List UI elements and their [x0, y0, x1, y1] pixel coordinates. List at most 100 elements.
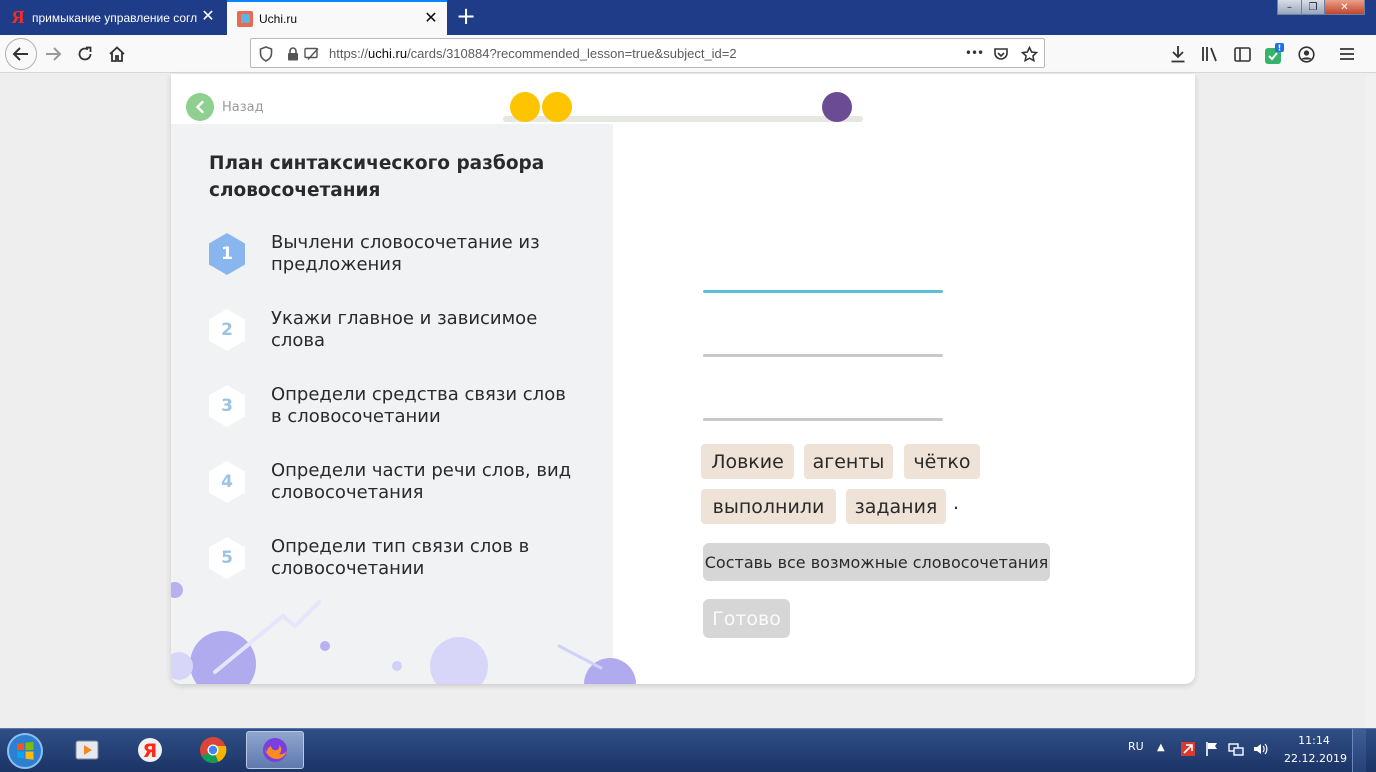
svg-text:!: !: [1278, 44, 1282, 53]
home-button[interactable]: [102, 39, 132, 69]
action-center-flag-icon[interactable]: [1204, 741, 1220, 757]
shield-icon[interactable]: [257, 45, 275, 63]
word-chip[interactable]: чётко: [904, 444, 980, 479]
url-prefix: https://: [329, 46, 369, 61]
windows-taskbar: Я RU ▲ 11:14 22.12.2019: [0, 728, 1376, 772]
progress-dot-current: [822, 92, 852, 122]
clock-date[interactable]: 22.12.2019: [1284, 752, 1347, 765]
yandex-icon: Я: [11, 7, 25, 27]
step-number: 2: [221, 320, 233, 340]
back-link[interactable]: Назад: [186, 93, 264, 121]
tab-title: примыкание управление соглас: [32, 10, 197, 25]
step-text: Определи средства связи слов в словосоче…: [271, 384, 566, 427]
step-text: Определи части речи слов, вид словосочет…: [271, 460, 572, 503]
media-player-taskbar-button[interactable]: [59, 731, 115, 769]
progress-dot: [510, 92, 540, 122]
forward-button[interactable]: [38, 39, 68, 69]
plan-step-3: 3 Определи средства связи слов в словосо…: [207, 382, 587, 430]
lesson-card: Назад План синтаксического разбора слово…: [171, 74, 1195, 684]
account-button[interactable]: [1291, 39, 1321, 69]
yandex-taskbar-button[interactable]: Я: [122, 731, 178, 769]
tray-expand-icon[interactable]: ▲: [1157, 742, 1165, 753]
tab-inactive[interactable]: Я примыкание управление соглас ✕: [0, 0, 224, 35]
chevron-left-icon: [186, 93, 214, 121]
tab-title: Uchi.ru: [259, 11, 298, 26]
plan-step-2: 2 Укажи главное и зависимое слова: [207, 306, 587, 354]
uchi-icon: [237, 10, 253, 27]
bookmark-star-icon[interactable]: [1020, 45, 1038, 63]
close-window-button[interactable]: ✕: [1324, 0, 1365, 15]
page-viewport: Назад План синтаксического разбора слово…: [0, 74, 1366, 728]
minimize-button[interactable]: –: [1277, 0, 1302, 15]
plan-panel: План синтаксического разбора словосочета…: [171, 124, 613, 684]
hamburger-icon: [1340, 48, 1354, 60]
security-alert-icon[interactable]: [1180, 741, 1196, 757]
url-domain: uchi.ru: [368, 46, 408, 61]
close-tab-icon[interactable]: ✕: [423, 10, 439, 28]
download-icon: [1171, 46, 1185, 63]
home-icon: [109, 46, 125, 62]
answer-slot[interactable]: [703, 354, 943, 357]
chrome-taskbar-button[interactable]: [185, 731, 241, 769]
menu-button[interactable]: [1332, 39, 1362, 69]
library-icon: [1202, 47, 1217, 62]
network-icon[interactable]: [1228, 741, 1244, 757]
answer-slot[interactable]: [703, 418, 943, 421]
library-button[interactable]: [1195, 39, 1225, 69]
svg-text:Я: Я: [143, 740, 158, 762]
language-indicator[interactable]: RU: [1128, 740, 1144, 753]
downloads-button[interactable]: [1163, 39, 1193, 69]
step-text: Определи тип связи слов в словосочетании: [271, 536, 530, 579]
navigation-bar: https://uchi.ru/cards/310884?recommended…: [0, 35, 1376, 73]
yandex-browser-icon: Я: [138, 738, 162, 762]
url-text[interactable]: https://uchi.ru/cards/310884?recommended…: [329, 46, 737, 61]
plan-step-1: 1 Вычлени словосочетание из предложения: [207, 230, 587, 278]
progress-bar: [503, 92, 863, 124]
step-text: Укажи главное и зависимое слова: [271, 308, 538, 351]
sidebar-button[interactable]: [1227, 39, 1257, 69]
step-number: 1: [221, 244, 233, 264]
address-bar[interactable]: https://uchi.ru/cards/310884?recommended…: [250, 38, 1045, 68]
sentence-period: .: [953, 492, 960, 514]
step-number: 5: [221, 548, 233, 568]
plan-step-5: 5 Определи тип связи слов в словосочетан…: [207, 534, 587, 582]
reload-icon: [78, 46, 92, 61]
done-button[interactable]: Готово: [703, 599, 790, 638]
sidebar-icon: [1233, 46, 1251, 62]
compose-all-button[interactable]: Составь все возможные словосочетания: [703, 543, 1050, 581]
card-header: Назад: [171, 74, 1195, 124]
volume-icon[interactable]: [1252, 741, 1268, 757]
word-chip[interactable]: агенты: [804, 444, 893, 479]
tab-strip: Я примыкание управление соглас ✕ Uchi.ru…: [0, 0, 1376, 35]
page-actions-icon[interactable]: •••: [963, 44, 985, 62]
arrow-left-icon: [12, 47, 28, 61]
account-icon: [1297, 45, 1315, 63]
restore-button[interactable]: ❐: [1301, 0, 1325, 15]
arrow-right-icon: [46, 47, 62, 61]
pocket-icon[interactable]: [992, 45, 1010, 63]
progress-dot: [542, 92, 572, 122]
firefox-icon: [263, 738, 287, 762]
media-player-icon: [75, 740, 99, 760]
extension-button[interactable]: !: [1259, 39, 1289, 69]
step-text: Вычлени словосочетание из предложения: [271, 232, 540, 275]
start-button[interactable]: [4, 731, 46, 771]
show-desktop-button[interactable]: [1352, 729, 1366, 772]
firefox-taskbar-button[interactable]: [246, 731, 304, 769]
page-scrollbar[interactable]: [1366, 74, 1376, 728]
word-chip[interactable]: задания: [846, 489, 946, 524]
back-button[interactable]: [5, 38, 37, 70]
extension-icon: !: [1265, 43, 1284, 64]
answer-slot-active[interactable]: [703, 290, 943, 293]
lock-icon[interactable]: [284, 45, 302, 63]
permissions-icon[interactable]: [303, 45, 321, 63]
word-chip[interactable]: Ловкие: [701, 444, 794, 479]
tab-active[interactable]: Uchi.ru ✕: [227, 0, 447, 35]
close-tab-icon[interactable]: ✕: [200, 8, 216, 26]
reload-button[interactable]: [70, 39, 100, 69]
new-tab-button[interactable]: +: [454, 4, 478, 30]
word-chip[interactable]: выполнили: [701, 489, 836, 524]
plan-title: План синтаксического разбора словосочета…: [209, 153, 545, 201]
chrome-icon: [200, 737, 227, 764]
clock-time[interactable]: 11:14: [1284, 734, 1344, 747]
